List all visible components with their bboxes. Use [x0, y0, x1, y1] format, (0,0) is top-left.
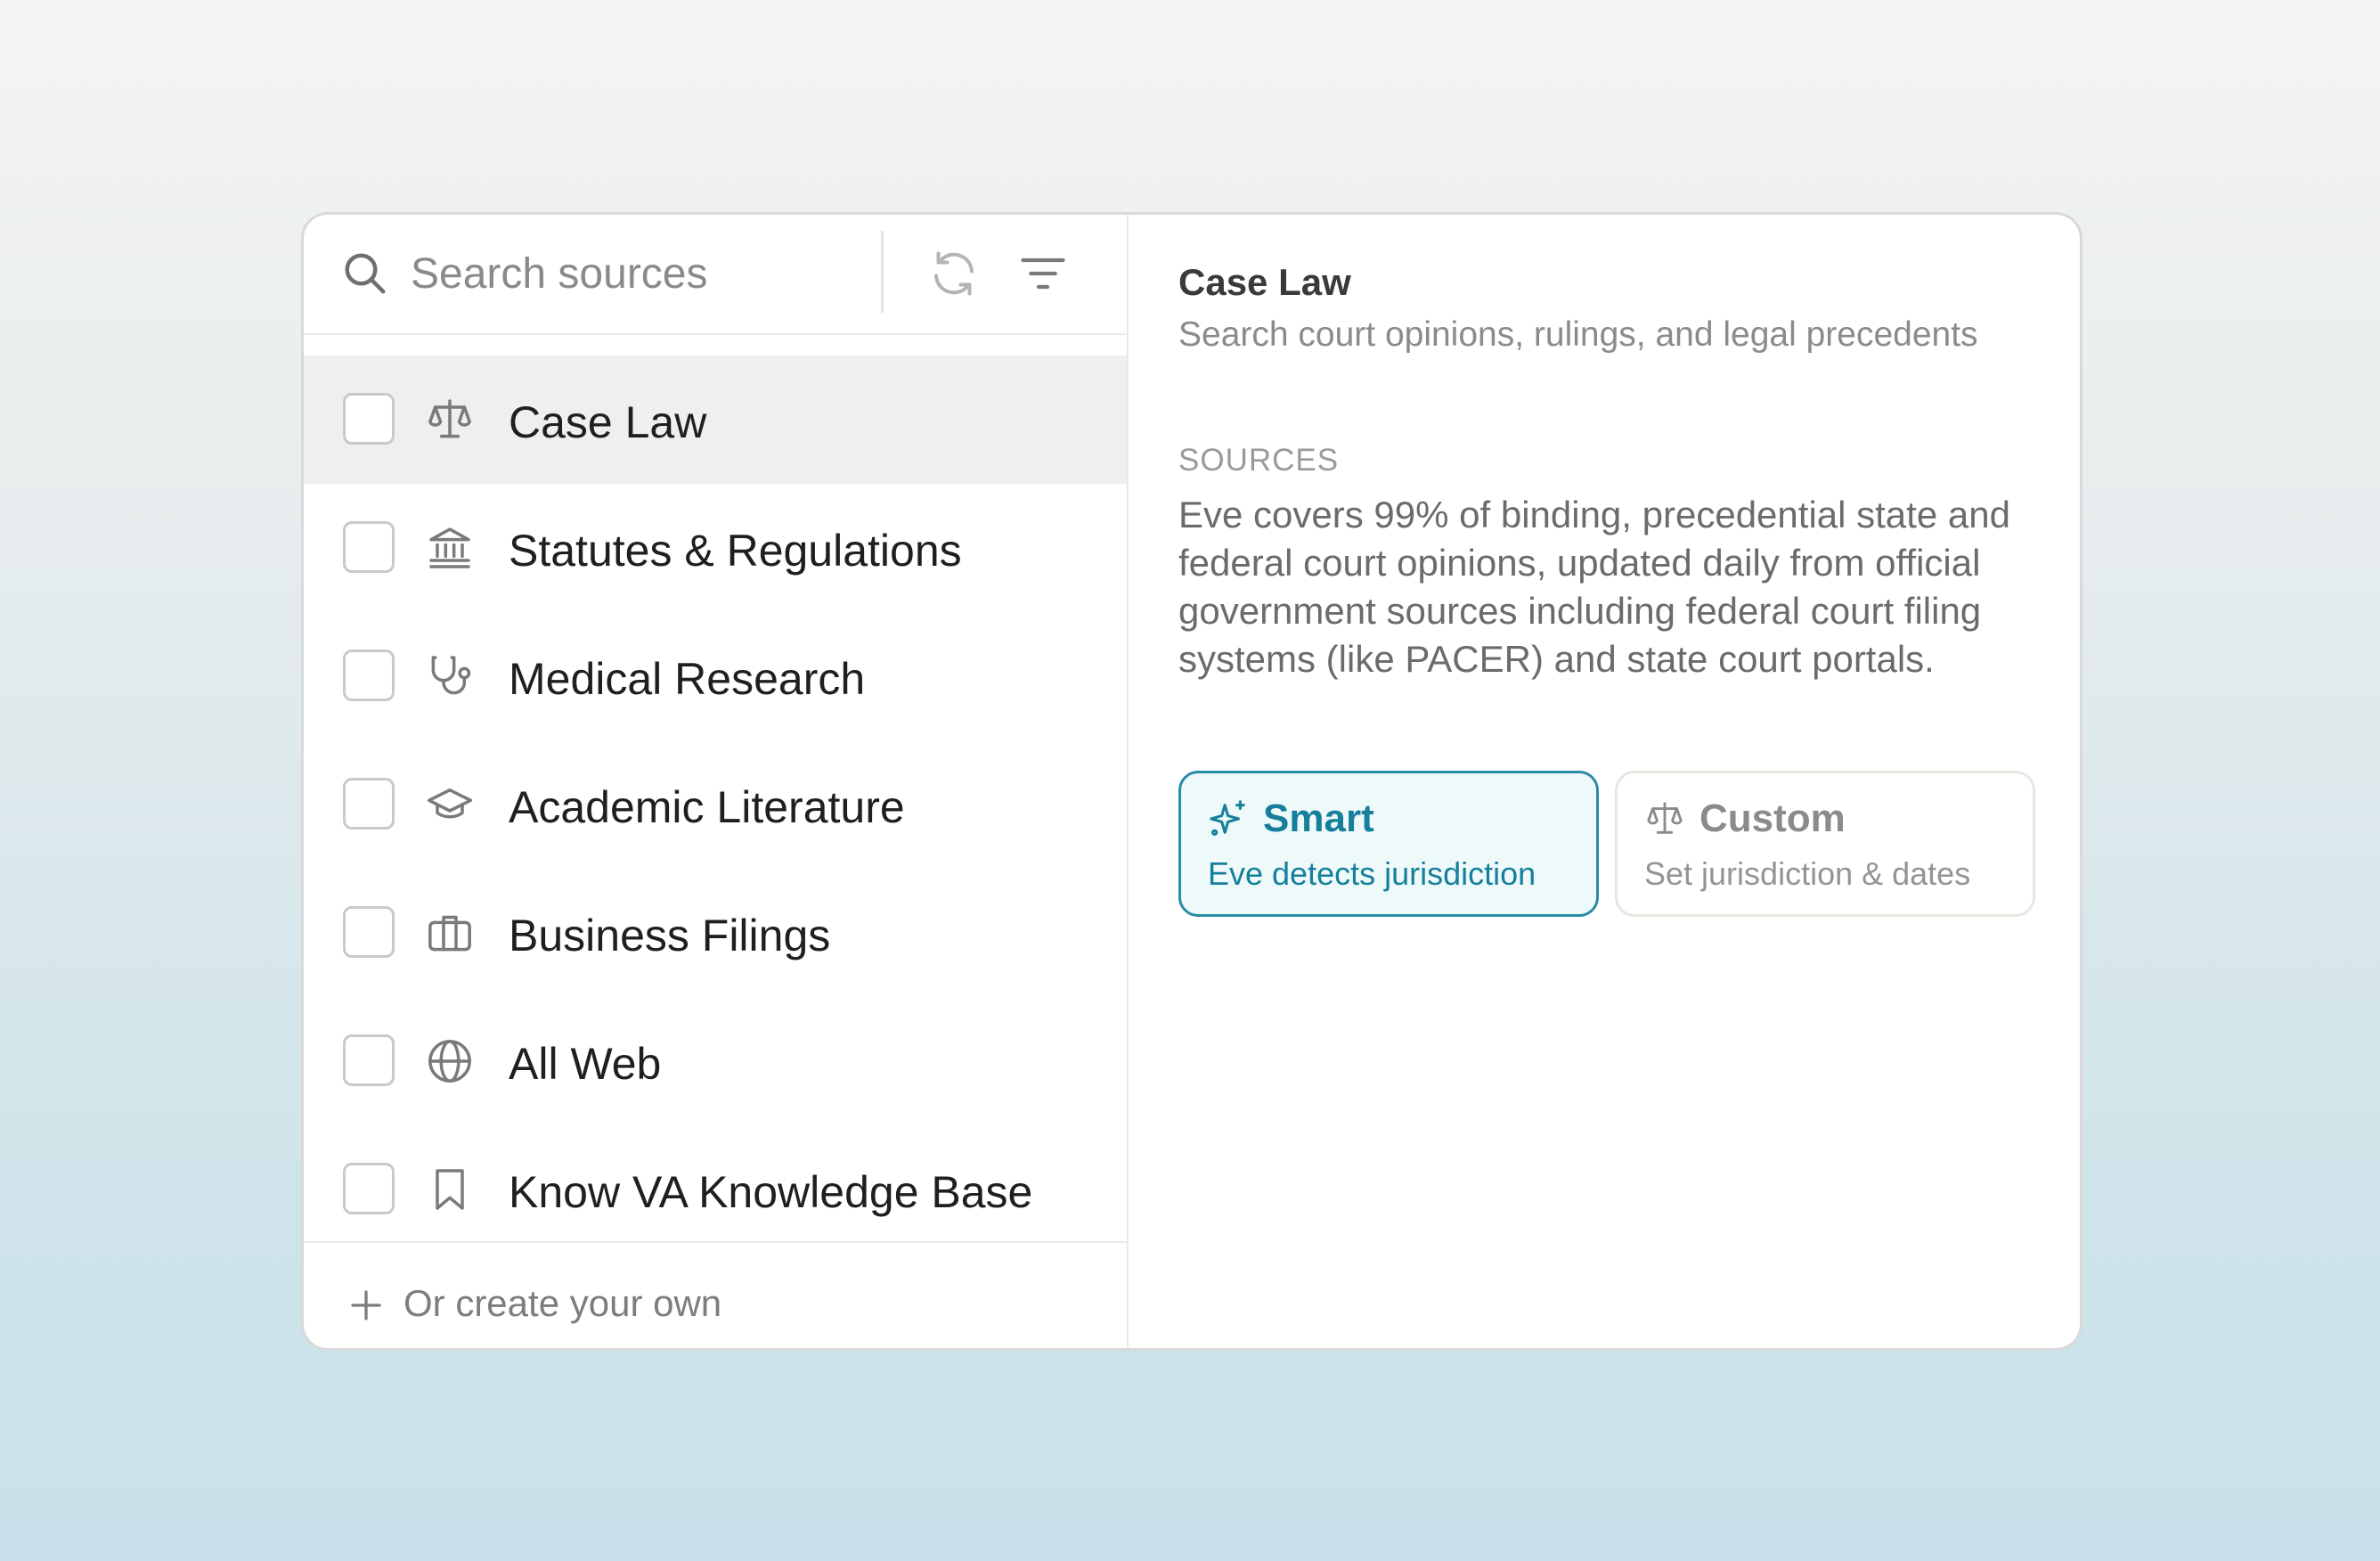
sources-panel: Case Law Statutes & Regulations [301, 212, 2082, 1351]
source-item-business-filings[interactable]: Business Filings [304, 869, 1127, 997]
sources-sidebar: Case Law Statutes & Regulations [304, 215, 1168, 1348]
sources-heading: SOURCES [1178, 443, 1340, 478]
custom-mode-card[interactable]: Custom Set jurisdiction & dates [1615, 771, 2035, 917]
search-icon [345, 253, 386, 294]
source-item-all-web[interactable]: All Web [304, 997, 1127, 1125]
checkbox[interactable] [343, 521, 395, 573]
smart-mode-card[interactable]: Smart Eve detects jurisdiction [1178, 771, 1599, 917]
bookmark-icon [436, 1169, 464, 1210]
custom-mode-subtitle: Set jurisdiction & dates [1644, 855, 1971, 892]
custom-mode-title: Custom [1699, 797, 1846, 840]
filter-icon[interactable] [1016, 247, 1070, 300]
scale-icon [428, 399, 471, 438]
source-item-case-law[interactable]: Case Law [304, 356, 1127, 484]
source-item-label: All Web [509, 1039, 662, 1089]
scale-icon [1647, 802, 1683, 834]
checkbox[interactable] [343, 1163, 395, 1214]
source-item-statutes-regulations[interactable]: Statutes & Regulations [304, 484, 1127, 612]
smart-mode-title: Smart [1263, 797, 1374, 840]
source-item-know-va-knowledge-base[interactable]: Know VA Knowledge Base [304, 1125, 1127, 1254]
globe-icon [428, 1040, 471, 1083]
source-item-label: Statutes & Regulations [509, 526, 962, 576]
source-item-label: Know VA Knowledge Base [509, 1167, 1033, 1217]
government-building-icon [429, 527, 470, 568]
detail-description: Search court opinions, rulings, and lega… [1178, 315, 1978, 354]
detail-title: Case Law [1178, 261, 1351, 303]
source-item-label: Academic Literature [509, 782, 905, 832]
checkbox[interactable] [343, 393, 395, 445]
source-detail: Case Law Search court opinions, rulings,… [1129, 215, 2080, 1348]
graduation-cap-icon [427, 788, 473, 819]
briefcase-icon [428, 915, 471, 952]
smart-mode-subtitle: Eve detects jurisdiction [1208, 855, 1536, 892]
source-item-label: Medical Research [509, 654, 866, 704]
sources-description: Eve covers 99% of binding, precedential … [1178, 494, 2010, 680]
stethoscope-icon [431, 656, 471, 695]
create-your-own-link[interactable]: Or create your own [403, 1282, 721, 1325]
checkbox[interactable] [343, 778, 395, 830]
sparkle-icon [1210, 800, 1245, 836]
source-item-academic-literature[interactable]: Academic Literature [304, 740, 1127, 869]
checkbox[interactable] [343, 906, 395, 958]
refresh-icon[interactable] [927, 247, 981, 300]
create-source-footer: Or create your own [304, 1241, 1127, 1348]
sources-list: Case Law Statutes & Regulations Medical … [304, 356, 1127, 1254]
source-item-label: Case Law [509, 397, 707, 447]
source-item-label: Business Filings [509, 911, 831, 960]
search-divider [881, 231, 884, 313]
source-item-medical-research[interactable]: Medical Research [304, 612, 1127, 740]
search-bar [304, 215, 1168, 335]
checkbox[interactable] [343, 650, 395, 701]
checkbox[interactable] [343, 1034, 395, 1086]
plus-icon[interactable] [348, 1287, 384, 1323]
